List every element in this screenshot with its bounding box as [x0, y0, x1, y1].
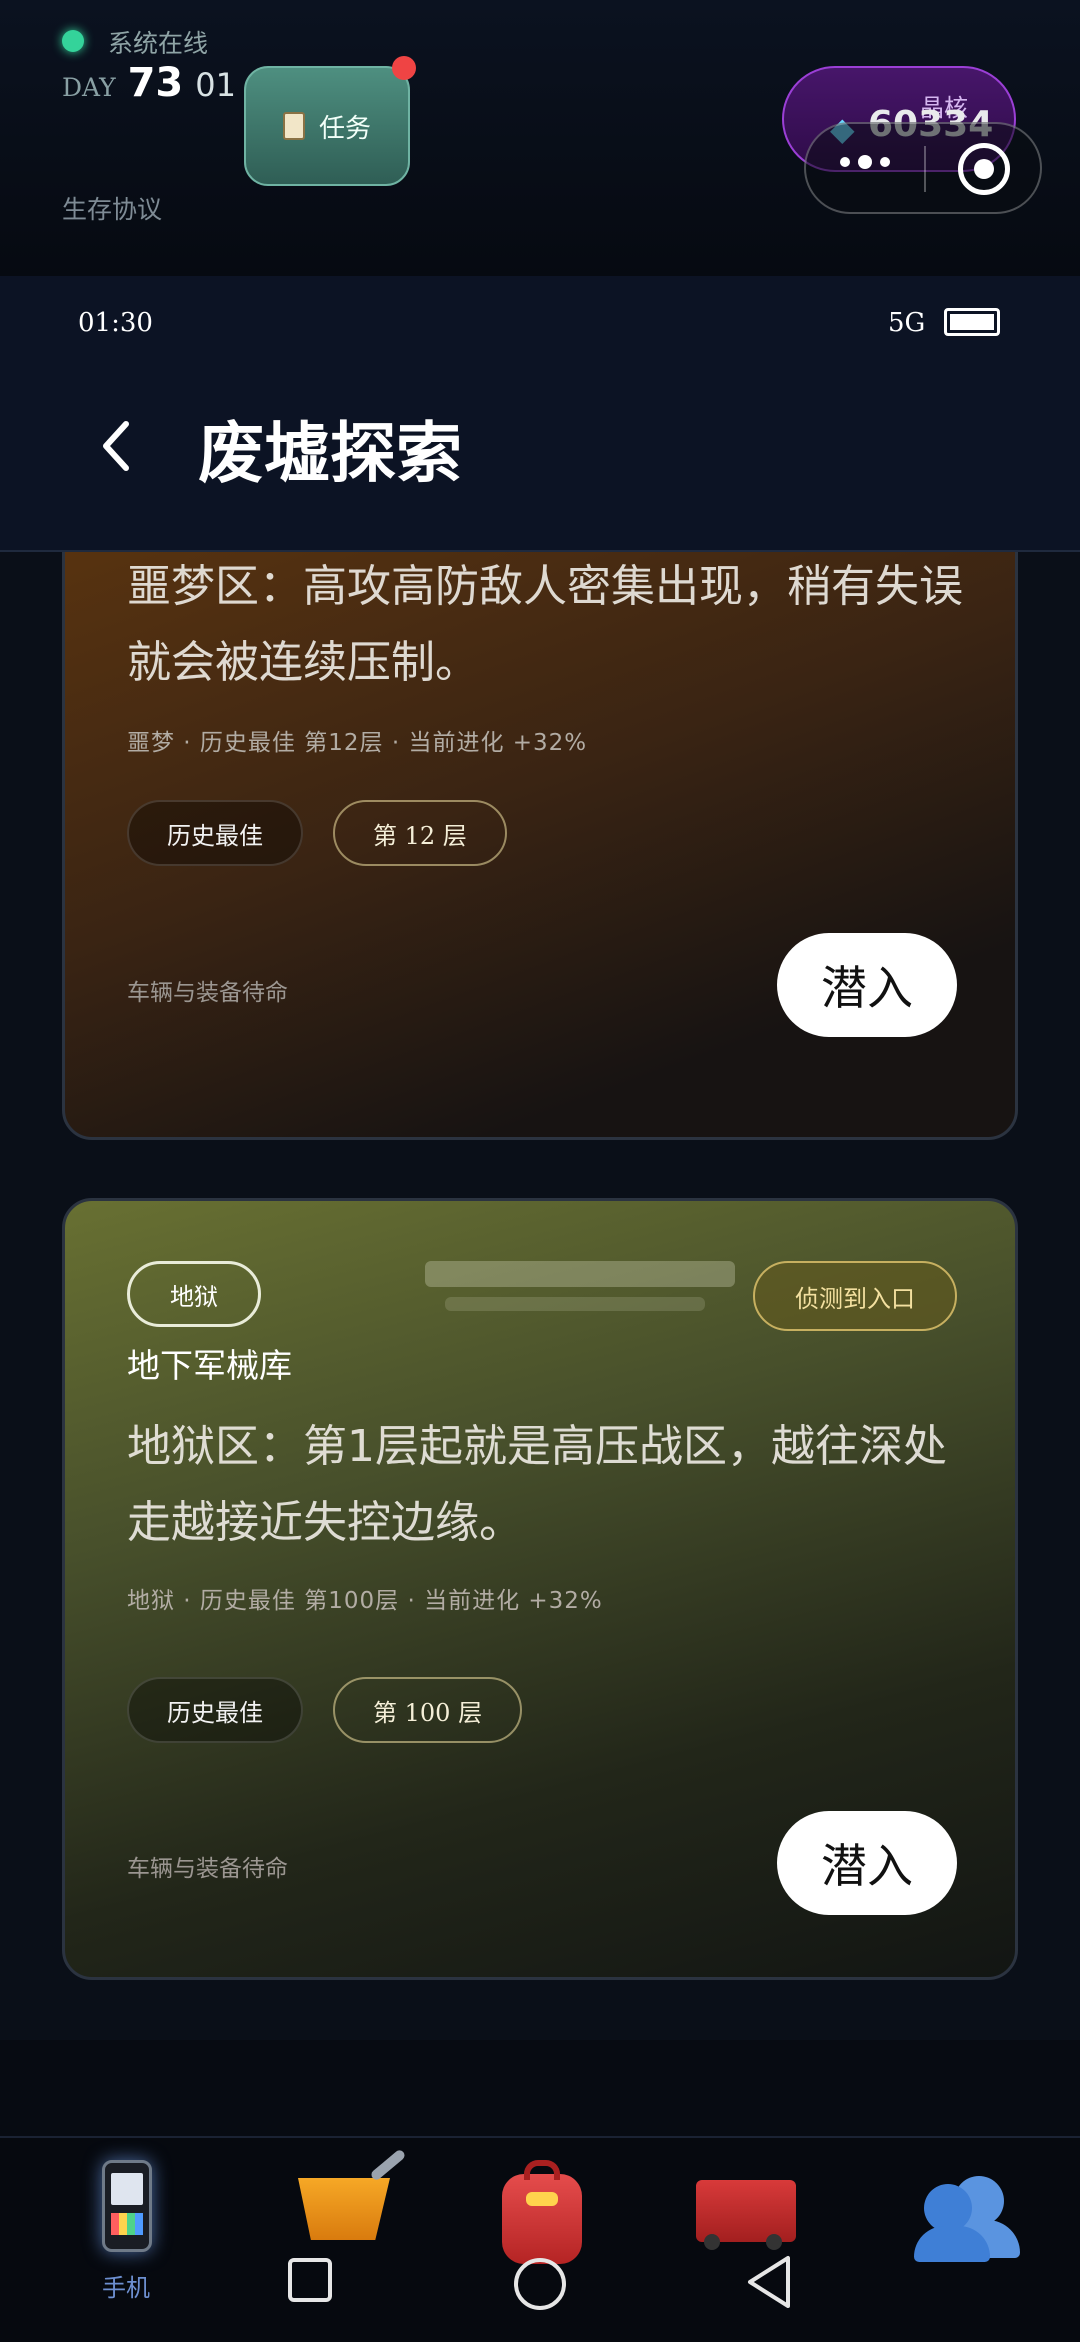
dungeon-name: 地下军械库: [127, 1346, 292, 1385]
capsule-divider: [924, 146, 926, 192]
notification-badge: [392, 56, 416, 80]
battery-icon: [944, 308, 1000, 336]
floor-chip: 第 12 层: [333, 800, 507, 866]
network-indicator: 5G: [888, 308, 926, 338]
page-title: 废墟探索: [198, 414, 462, 492]
floor-chip: 第 100 层: [333, 1677, 523, 1743]
day-label: DAY: [62, 73, 116, 102]
back-arrow-icon[interactable]: [86, 416, 146, 476]
difficulty-tag: 地狱: [127, 1261, 261, 1327]
ceiling-light: [445, 1297, 705, 1311]
nav-item-phone[interactable]: 手机: [66, 2152, 186, 2302]
dive-button[interactable]: 潜入: [777, 1811, 957, 1915]
nav-label-phone: 手机: [102, 2274, 150, 2302]
day-number: 73: [127, 60, 184, 106]
best-record-chip: 历史最佳: [127, 1677, 303, 1743]
system-back-icon[interactable]: [744, 2254, 794, 2310]
title-bar: [0, 366, 1080, 552]
dungeon-list[interactable]: 噩梦区：高攻高防敌人密集出现，稍有失误就会被连续压制。 噩梦 · 历史最佳 第1…: [0, 552, 1080, 2040]
dungeon-card-nightmare: 噩梦区：高攻高防敌人密集出现，稍有失误就会被连续压制。 噩梦 · 历史最佳 第1…: [62, 552, 1018, 1140]
day-sub-value: 01: [195, 66, 236, 104]
users-icon: [914, 2176, 1020, 2262]
survival-protocol-link[interactable]: 生存协议: [62, 190, 162, 226]
phone-icon: [102, 2160, 152, 2252]
status-time: 01:30: [78, 308, 153, 338]
system-status-text: 系统在线: [108, 29, 209, 58]
dungeon-description: 地狱区：第1层起就是高压战区，越往深处走越接近失控边缘。: [127, 1421, 947, 1548]
clipboard-icon: [282, 112, 305, 140]
cart-icon: [298, 2178, 390, 2240]
recent-apps-icon[interactable]: [288, 2258, 332, 2302]
dungeon-card-hell: 地狱 侦测到入口 地下军械库 地狱区：第1层起就是高压战区，越往深处走越接近失控…: [62, 1198, 1018, 1980]
home-icon[interactable]: [514, 2258, 566, 2310]
dive-button[interactable]: 潜入: [777, 933, 957, 1037]
nav-item-social[interactable]: [898, 2152, 1020, 2292]
dungeon-meta: 噩梦 · 历史最佳 第12层 · 当前进化 +32%: [127, 730, 588, 756]
ceiling-light: [425, 1261, 735, 1287]
dungeon-description: 噩梦区：高攻高防敌人密集出现，稍有失误就会被连续压制。: [127, 561, 963, 688]
task-label: 任务: [318, 113, 371, 144]
dungeon-meta: 地狱 · 历史最佳 第100层 · 当前进化 +32%: [127, 1588, 603, 1614]
backpack-icon: [502, 2160, 582, 2264]
more-icon[interactable]: [840, 155, 890, 169]
entrance-detected-badge: 侦测到入口: [753, 1261, 957, 1331]
equipment-status: 车辆与装备待命: [127, 1856, 288, 1882]
online-status-dot: [62, 30, 84, 52]
best-record-chip: 历史最佳: [127, 800, 303, 866]
task-button[interactable]: 任务: [244, 66, 410, 186]
day-counter: DAY 73 01: [62, 60, 236, 106]
equipment-status: 车辆与装备待命: [127, 980, 288, 1006]
truck-icon: [696, 2180, 796, 2250]
close-miniprogram-icon[interactable]: [958, 143, 1010, 195]
